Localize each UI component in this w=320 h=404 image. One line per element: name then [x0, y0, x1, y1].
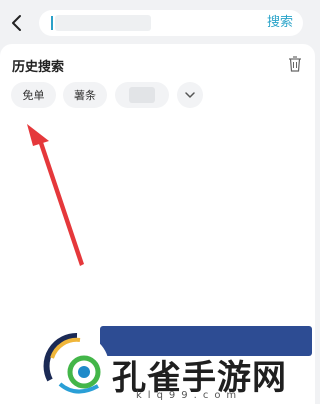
history-chip[interactable]: 免单 — [11, 82, 56, 108]
history-chip[interactable]: 薯条 — [63, 82, 107, 108]
back-button[interactable] — [6, 10, 28, 36]
history-chip-redacted — [129, 87, 155, 103]
history-chip[interactable] — [115, 82, 169, 108]
history-title: 历史搜索 — [12, 60, 65, 75]
search-text-redacted — [55, 15, 151, 31]
top-bar: 搜索 — [0, 0, 315, 44]
history-chip-label: 免单 — [22, 89, 45, 102]
watermark: 孔雀手游网 klq99.com — [40, 324, 312, 404]
back-arrow-icon — [12, 15, 21, 31]
search-input[interactable]: 搜索 — [39, 10, 303, 36]
history-chip-label: 薯条 — [74, 89, 96, 102]
expand-history-button[interactable] — [177, 82, 203, 108]
watermark-url: klq99.com — [136, 390, 243, 401]
text-caret — [51, 16, 53, 30]
peacock-logo-icon — [43, 332, 109, 398]
clear-history-button[interactable] — [288, 56, 302, 72]
search-button[interactable]: 搜索 — [267, 15, 293, 31]
chevron-down-icon — [185, 92, 195, 98]
trash-icon — [289, 56, 301, 72]
